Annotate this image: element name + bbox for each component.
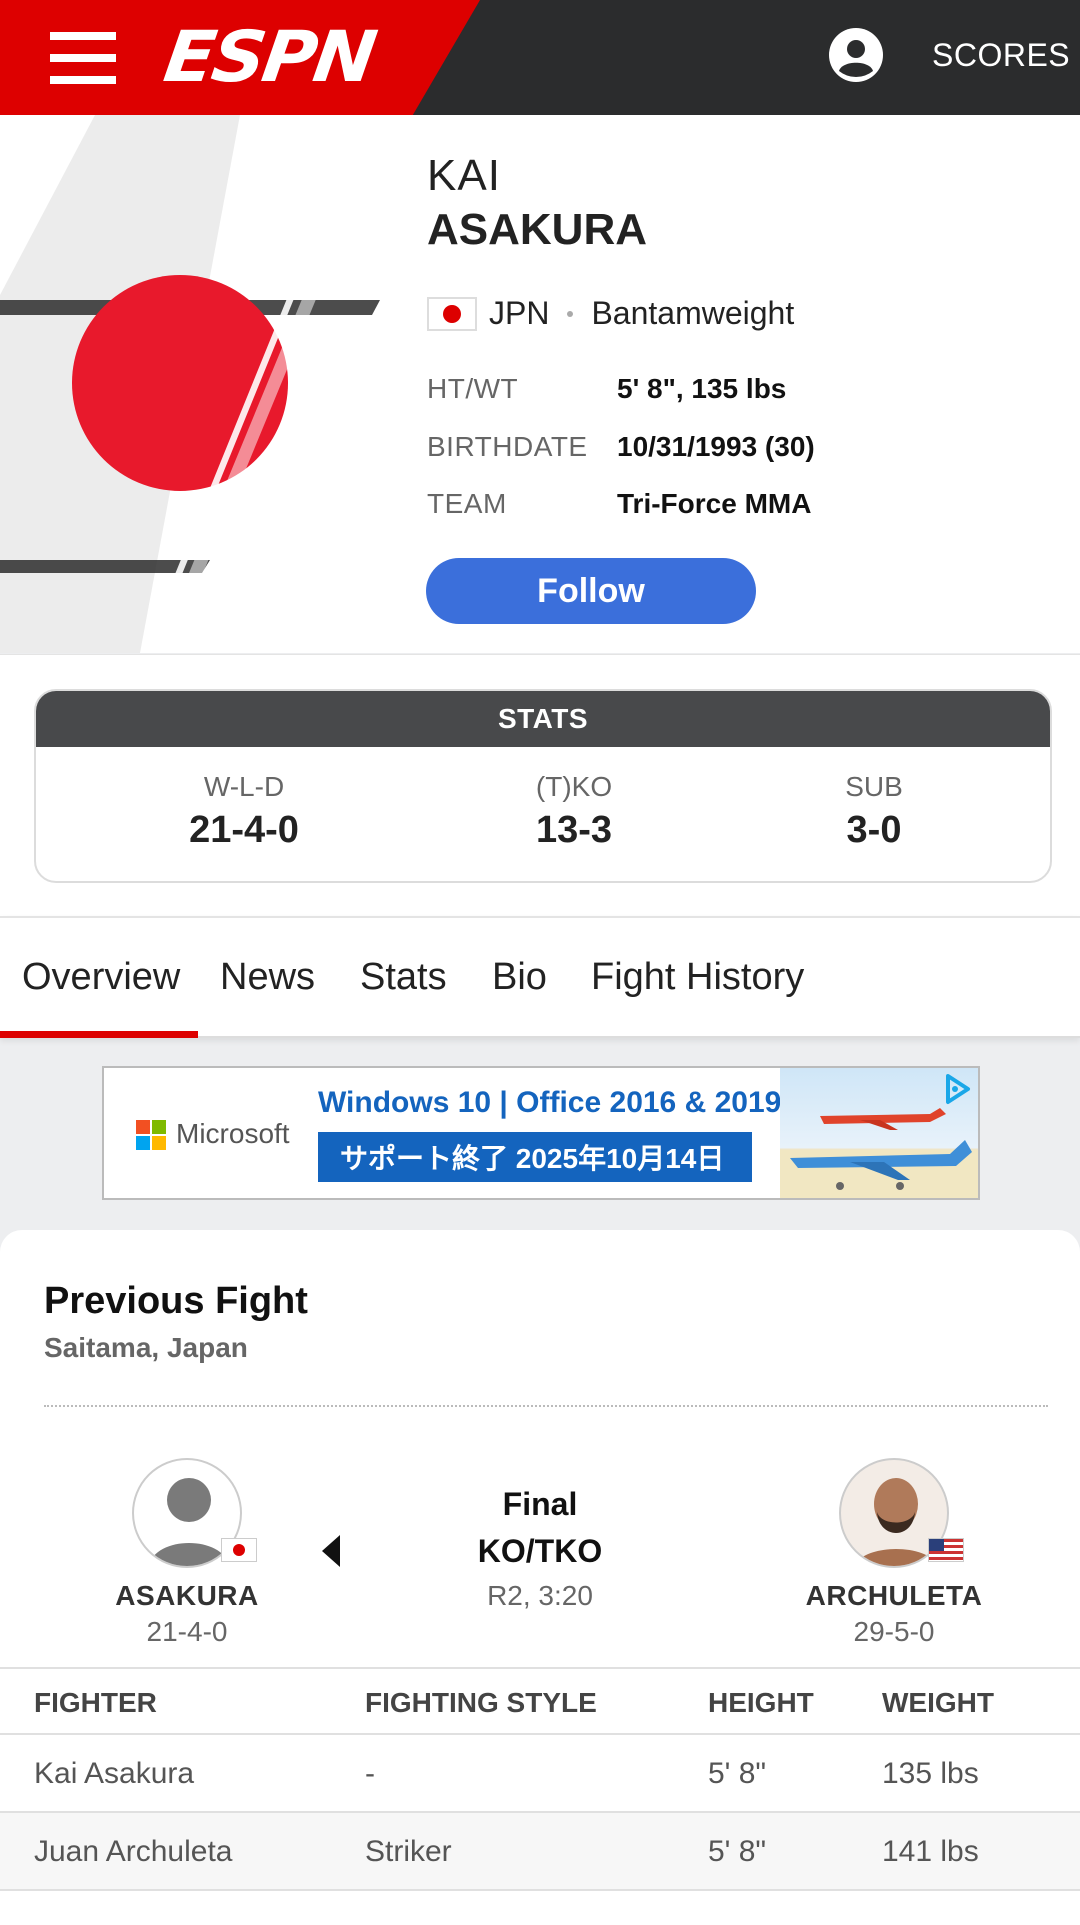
table-header-row: FIGHTER FIGHTING STYLE HEIGHT WEIGHT [0, 1667, 1080, 1733]
fighter-record: 21-4-0 [146, 1616, 228, 1647]
top-bar: ESPN SCORES [0, 0, 1080, 115]
japan-flag-icon [221, 1538, 257, 1562]
fight-method: KO/TKO [477, 1533, 603, 1569]
japan-flag-icon [427, 296, 477, 331]
column-header: WEIGHT [882, 1687, 994, 1718]
fight-status: Final [502, 1486, 578, 1522]
scores-link[interactable]: SCORES [932, 37, 1070, 74]
tab-overview[interactable]: Overview [22, 956, 180, 999]
separator-dot [567, 310, 574, 317]
menu-icon[interactable] [50, 32, 116, 84]
column-header: FIGHTING STYLE [365, 1687, 597, 1718]
fighter-record: 29-5-0 [853, 1616, 935, 1647]
column-header: FIGHTER [34, 1687, 157, 1718]
country-code: JPN [489, 295, 550, 331]
stat-value: 21-4-0 [189, 809, 299, 851]
info-label: HT/WT [427, 373, 519, 404]
table-cell: Striker [365, 1835, 452, 1868]
stat-tko: (T)KO 13-3 [454, 771, 694, 852]
fight-location: Saitama, Japan [44, 1332, 248, 1363]
table-row[interactable]: Kai Asakura - 5' 8" 135 lbs [0, 1733, 1080, 1811]
info-label: TEAM [427, 488, 507, 519]
table-cell: 5' 8" [708, 1835, 767, 1868]
stat-value: 13-3 [535, 809, 613, 851]
tab-fight-history[interactable]: Fight History [591, 956, 804, 999]
active-tab-indicator [0, 1031, 198, 1038]
player-header: KAI ASAKURA JPN Bantamweight HT/WT 5' 8"… [0, 115, 1080, 653]
ad-headline: Windows 10 | Office 2016 & 2019 [318, 1086, 782, 1119]
fighter-name: ARCHULETA [805, 1580, 983, 1611]
section-title: Previous Fight [44, 1280, 308, 1322]
table-cell: 141 lbs [882, 1835, 979, 1868]
ad-brand: Microsoft [176, 1118, 290, 1149]
fight-round-time: R2, 3:20 [487, 1580, 593, 1611]
info-value: 5' 8", 135 lbs [617, 373, 787, 404]
account-icon[interactable] [828, 27, 884, 83]
fighter-1[interactable]: ASAKURA 21-4-0 [77, 1458, 297, 1648]
table-row[interactable]: Juan Archuleta Striker 5' 8" 141 lbs [0, 1811, 1080, 1889]
stats-card: STATS W-L-D 21-4-0 (T)KO 13-3 SUB 3-0 [34, 689, 1052, 883]
stats-section: STATS W-L-D 21-4-0 (T)KO 13-3 SUB 3-0 [0, 654, 1080, 916]
stats-title: STATS [36, 691, 1050, 747]
table-cell: 5' 8" [708, 1757, 767, 1790]
stat-label: W-L-D [203, 771, 285, 802]
column-header: HEIGHT [708, 1687, 814, 1718]
info-value: Tri-Force MMA [617, 488, 812, 519]
usa-flag-icon [928, 1538, 964, 1562]
fighter-comparison-table: FIGHTER FIGHTING STYLE HEIGHT WEIGHT Kai… [0, 1667, 1080, 1891]
stat-wld: W-L-D 21-4-0 [124, 771, 364, 852]
fight-result[interactable]: Final KO/TKO R2, 3:20 [430, 1486, 650, 1612]
stat-sub: SUB 3-0 [754, 771, 994, 852]
advertisement-banner[interactable]: Microsoft Windows 10 | Office 2016 & 201… [102, 1066, 980, 1200]
player-first-name: KAI [427, 151, 501, 200]
info-row-team: TEAM Tri-Force MMA [427, 488, 811, 520]
stat-value: 3-0 [846, 809, 902, 851]
info-row-htwt: HT/WT 5' 8", 135 lbs [427, 373, 786, 405]
table-cell: - [365, 1757, 375, 1790]
info-label: BIRTHDATE [427, 431, 588, 462]
country-flag-image [0, 115, 420, 653]
tab-news[interactable]: News [220, 956, 315, 999]
stat-label: SUB [845, 771, 903, 802]
follow-button[interactable]: Follow [426, 558, 756, 624]
player-tabs: Overview News Stats Bio Fight History [0, 916, 1080, 1038]
table-cell: 135 lbs [882, 1757, 979, 1790]
dotted-divider [44, 1405, 1048, 1407]
stat-label: (T)KO [535, 771, 613, 802]
table-cell: Kai Asakura [34, 1757, 195, 1790]
fighter-name: ASAKURA [115, 1580, 259, 1611]
table-cell: Juan Archuleta [34, 1835, 233, 1868]
tab-stats[interactable]: Stats [360, 956, 447, 999]
table-bottom-border [0, 1889, 1080, 1891]
previous-fight-card: Previous Fight Saitama, Japan ASAKURA 21… [0, 1230, 1080, 1925]
tab-bio[interactable]: Bio [492, 956, 547, 999]
microsoft-logo-icon [136, 1120, 166, 1150]
weight-class: Bantamweight [591, 295, 795, 331]
info-row-birthdate: BIRTHDATE 10/31/1993 (30) [427, 431, 815, 463]
info-value: 10/31/1993 (30) [617, 431, 815, 462]
adchoices-icon[interactable] [940, 1072, 974, 1106]
fighter-2[interactable]: ARCHULETA 29-5-0 [784, 1458, 1004, 1648]
ad-subline: サポート終了 2025年10月14日 [318, 1132, 752, 1182]
player-meta: JPN Bantamweight [427, 295, 794, 332]
espn-logo[interactable]: ESPN [159, 16, 378, 98]
winner-arrow-icon [322, 1535, 340, 1567]
player-last-name: ASAKURA [427, 205, 647, 254]
